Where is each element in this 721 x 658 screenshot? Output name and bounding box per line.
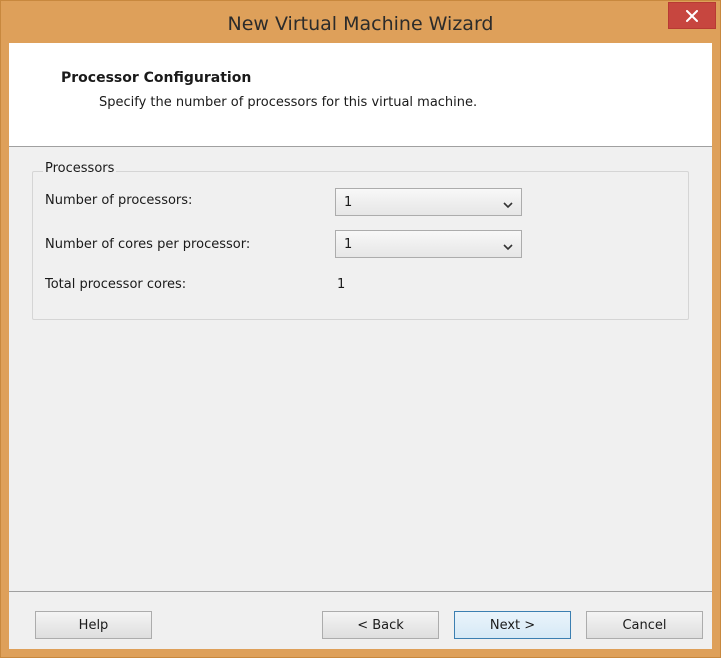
- close-button[interactable]: [668, 2, 716, 29]
- cancel-button[interactable]: Cancel: [586, 611, 703, 639]
- num-processors-select[interactable]: 1: [335, 188, 522, 216]
- total-cores-label: Total processor cores:: [45, 277, 187, 292]
- window-title: New Virtual Machine Wizard: [227, 13, 494, 35]
- cores-per-processor-select[interactable]: 1: [335, 230, 522, 258]
- back-button[interactable]: < Back: [322, 611, 439, 639]
- cores-per-processor-label: Number of cores per processor:: [45, 237, 251, 252]
- num-processors-value: 1: [344, 195, 353, 210]
- help-button[interactable]: Help: [35, 611, 152, 639]
- total-cores-value: 1: [337, 277, 346, 292]
- title-bar: New Virtual Machine Wizard: [1, 1, 720, 43]
- chevron-down-icon: [503, 240, 513, 255]
- page-subtitle: Specify the number of processors for thi…: [99, 95, 478, 110]
- close-icon: [686, 9, 698, 22]
- processors-group-label: Processors: [43, 161, 117, 176]
- chevron-down-icon: [503, 198, 513, 213]
- wizard-header: Processor Configuration Specify the numb…: [9, 43, 712, 147]
- next-button[interactable]: Next >: [454, 611, 571, 639]
- wizard-body: Processor Configuration Specify the numb…: [9, 43, 712, 649]
- cores-per-processor-value: 1: [344, 237, 353, 252]
- page-title: Processor Configuration: [61, 70, 252, 86]
- wizard-window: New Virtual Machine Wizard Processor Con…: [0, 0, 721, 658]
- num-processors-label: Number of processors:: [45, 193, 193, 208]
